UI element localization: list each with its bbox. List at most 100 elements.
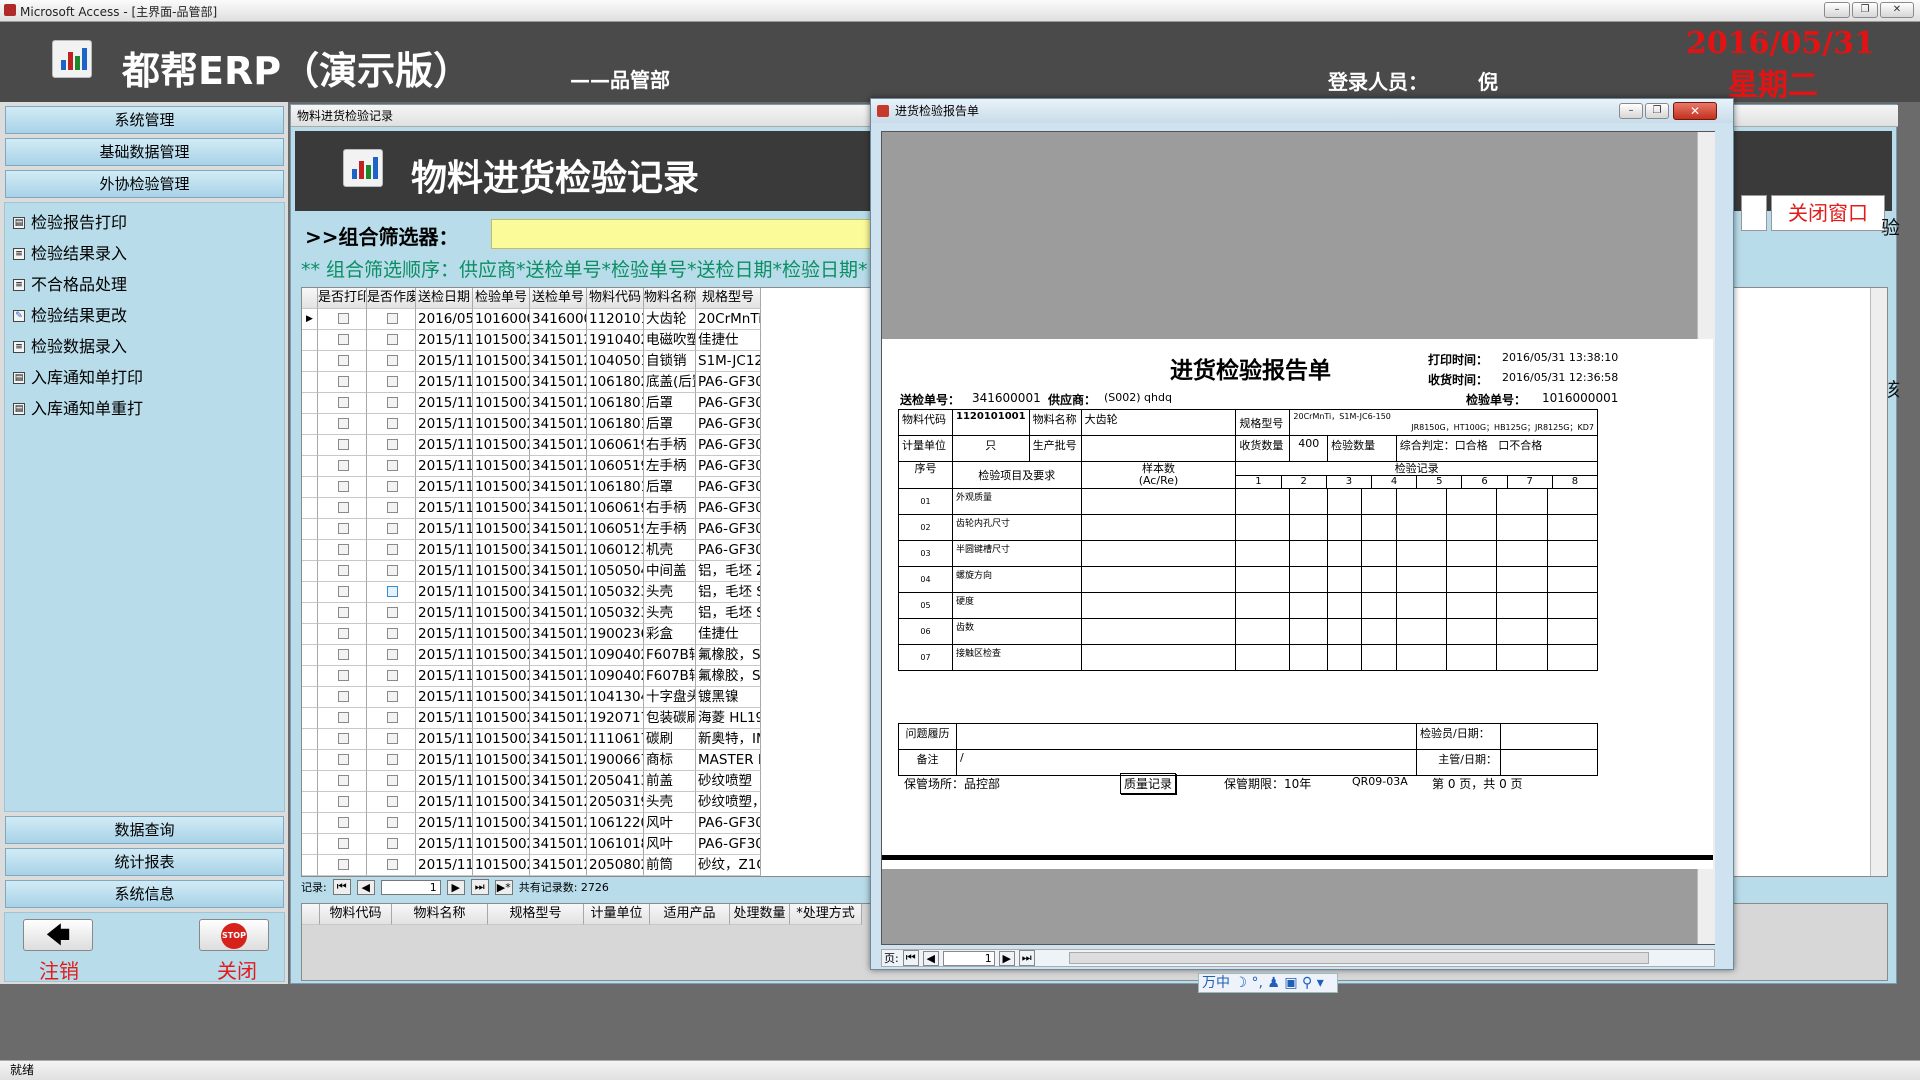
print-checkbox[interactable] [337, 691, 349, 702]
table-vertical-scrollbar[interactable] [1870, 288, 1887, 876]
row-selector[interactable] [302, 687, 318, 708]
print-checkbox[interactable] [337, 313, 349, 324]
row-selector[interactable] [302, 603, 318, 624]
column-header[interactable]: 送检日期 [416, 288, 473, 309]
print-checkbox[interactable] [337, 628, 349, 639]
first-page-icon[interactable]: ⏮ [902, 950, 919, 966]
column-header[interactable]: 物料代码 [587, 288, 644, 309]
print-checkbox[interactable] [337, 733, 349, 744]
void-checkbox[interactable] [386, 775, 398, 786]
row-selector[interactable] [302, 645, 318, 666]
nav-statistics[interactable]: 统计报表 [5, 848, 284, 876]
row-selector[interactable] [302, 834, 318, 855]
nav-system-management[interactable]: 系统管理 [5, 106, 284, 134]
prev-record-icon[interactable]: ◀ [356, 879, 375, 895]
print-checkbox[interactable] [337, 586, 349, 597]
void-checkbox[interactable] [386, 607, 398, 618]
nav-basic-data[interactable]: 基础数据管理 [5, 138, 284, 166]
void-checkbox[interactable] [386, 460, 398, 471]
void-checkbox[interactable] [386, 712, 398, 723]
void-checkbox[interactable] [386, 628, 398, 639]
void-checkbox[interactable] [386, 376, 398, 387]
nav-item-data-entry[interactable]: ≡ 检验数据录入 [13, 333, 127, 361]
void-checkbox[interactable] [386, 334, 398, 345]
dialog-minimize-icon[interactable]: – [1619, 103, 1643, 119]
print-checkbox[interactable] [337, 523, 349, 534]
nav-item-nonconforming[interactable]: ≡ 不合格品处理 [13, 271, 127, 299]
next-record-icon[interactable]: ▶ [446, 879, 465, 895]
logout-button[interactable]: 🡄 [23, 919, 93, 951]
column-header[interactable]: 是否作废 [367, 288, 416, 309]
print-checkbox[interactable] [337, 334, 349, 345]
row-selector[interactable] [302, 582, 318, 603]
print-checkbox[interactable] [337, 481, 349, 492]
row-selector[interactable] [302, 540, 318, 561]
print-checkbox[interactable] [337, 376, 349, 387]
print-checkbox[interactable] [337, 712, 349, 723]
void-checkbox[interactable] [386, 838, 398, 849]
page-number-field[interactable]: 1 [942, 950, 995, 966]
void-checkbox[interactable] [386, 355, 398, 366]
print-checkbox[interactable] [337, 544, 349, 555]
print-checkbox[interactable] [337, 670, 349, 681]
column-header[interactable]: 送检单号 [530, 288, 587, 309]
subtable-column-header[interactable]: 规格型号 [488, 904, 584, 925]
close-icon[interactable]: ✕ [1880, 2, 1914, 18]
print-checkbox[interactable] [337, 859, 349, 870]
void-checkbox[interactable] [386, 544, 398, 555]
void-checkbox[interactable] [386, 502, 398, 513]
print-checkbox[interactable] [337, 796, 349, 807]
void-checkbox[interactable] [386, 817, 398, 828]
first-record-icon[interactable]: ⏮ [332, 879, 351, 895]
subtable-column-header[interactable]: *处理方式 [790, 904, 862, 925]
print-checkbox[interactable] [337, 565, 349, 576]
dialog-close-icon[interactable]: ✕ [1673, 102, 1717, 120]
void-checkbox[interactable] [386, 313, 398, 324]
row-selector[interactable] [302, 498, 318, 519]
subtable-column-header[interactable]: 物料代码 [320, 904, 392, 925]
column-header[interactable]: 检验单号 [473, 288, 530, 309]
minimize-icon[interactable]: – [1824, 2, 1850, 18]
nav-data-query[interactable]: 数据查询 [5, 816, 284, 844]
row-selector[interactable] [302, 456, 318, 477]
ime-toolbar[interactable]: 万中 ☽ °, ♟ ▣ ⚲ ▾ [1198, 973, 1338, 993]
subtable-column-header[interactable]: 适用产品 [650, 904, 730, 925]
row-selector[interactable] [302, 666, 318, 687]
row-selector[interactable] [302, 435, 318, 456]
subtable-column-header[interactable]: 物料名称 [392, 904, 488, 925]
void-checkbox[interactable] [386, 418, 398, 429]
restore-icon[interactable]: ❐ [1852, 2, 1878, 18]
row-selector[interactable] [302, 330, 318, 351]
void-checkbox[interactable] [386, 859, 398, 870]
dialog-restore-icon[interactable]: ❐ [1645, 103, 1669, 119]
void-checkbox[interactable] [386, 691, 398, 702]
print-checkbox[interactable] [337, 754, 349, 765]
void-checkbox[interactable] [386, 796, 398, 807]
subtable-column-header[interactable]: 计量单位 [584, 904, 650, 925]
print-checkbox[interactable] [337, 607, 349, 618]
void-checkbox[interactable] [386, 754, 398, 765]
print-checkbox[interactable] [337, 439, 349, 450]
void-checkbox[interactable] [386, 670, 398, 681]
nav-item-result-entry[interactable]: ≡ 检验结果录入 [13, 240, 127, 268]
print-checkbox[interactable] [337, 418, 349, 429]
row-selector[interactable] [302, 855, 318, 876]
row-selector[interactable] [302, 624, 318, 645]
close-app-button[interactable]: STOP [199, 919, 269, 951]
column-header[interactable]: 物料名称 [644, 288, 696, 309]
row-selector[interactable] [302, 372, 318, 393]
close-window-button[interactable]: 关闭窗口 [1771, 195, 1885, 231]
column-header[interactable]: 规格型号 [696, 288, 761, 309]
print-checkbox[interactable] [337, 649, 349, 660]
print-checkbox[interactable] [337, 838, 349, 849]
void-checkbox[interactable] [386, 481, 398, 492]
nav-item-report-print[interactable]: ▤ 检验报告打印 [13, 209, 127, 237]
row-selector[interactable] [302, 813, 318, 834]
row-selector[interactable] [302, 393, 318, 414]
void-checkbox[interactable] [386, 397, 398, 408]
nav-item-result-change[interactable]: ✎ 检验结果更改 [13, 302, 127, 330]
print-checkbox[interactable] [337, 460, 349, 471]
print-checkbox[interactable] [337, 355, 349, 366]
preview-horizontal-scrollbar[interactable] [1068, 952, 1649, 964]
row-selector[interactable] [302, 477, 318, 498]
